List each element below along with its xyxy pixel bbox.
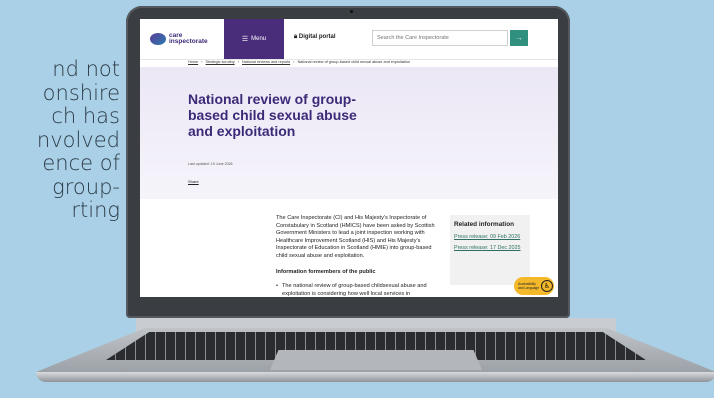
- accessibility-button[interactable]: Accessibility and Language ♿︎: [514, 277, 554, 295]
- lock-icon: 🔒︎: [294, 34, 298, 40]
- page-title: National review of group-based child sex…: [188, 91, 357, 139]
- breadcrumb-strategic-scrutiny[interactable]: Strategic scrutiny: [206, 60, 235, 64]
- breadcrumb-home[interactable]: Home: [188, 60, 198, 64]
- menu-button[interactable]: ☰ Menu: [224, 19, 284, 59]
- logo-text-line2: inspectorate: [169, 38, 208, 45]
- background-text-line: ch has: [51, 104, 120, 128]
- breadcrumb-current: National review of group-based child sex…: [297, 60, 411, 64]
- breadcrumb-separator: ›: [293, 60, 295, 64]
- background-text-line: nd not: [52, 57, 120, 81]
- logo-mark-icon: [150, 33, 166, 45]
- background-text-line: rting: [71, 198, 120, 222]
- breadcrumb-national-reviews[interactable]: National reviews and reports: [242, 60, 290, 64]
- background-text-line: ence of: [42, 151, 120, 175]
- share-link[interactable]: Share: [188, 179, 199, 184]
- care-inspectorate-logo[interactable]: care inspectorate: [150, 31, 208, 47]
- laptop-camera: [350, 10, 353, 13]
- search-input[interactable]: [372, 30, 508, 46]
- menu-label: Menu: [251, 36, 267, 42]
- last-updated: Last updated: 19 June 2026: [188, 162, 233, 166]
- site-header: care inspectorate ☰ Menu 🔒︎ Digital port…: [140, 19, 558, 60]
- accessibility-icon: ♿︎: [541, 280, 553, 292]
- list-item-text: The national review of group-based child…: [282, 283, 427, 297]
- laptop-base: [36, 318, 714, 382]
- breadcrumb-separator: ›: [237, 60, 239, 64]
- accessibility-label: Accessibility and Language: [518, 282, 540, 290]
- background-text-line: group-: [52, 174, 120, 199]
- related-heading: Related information: [454, 221, 515, 228]
- related-link-press-release-dec[interactable]: Press release: 17 Dec 2025: [454, 245, 526, 252]
- breadcrumb: Home › Strategic scrutiny › National rev…: [188, 60, 412, 64]
- public-info-heading: Information formembers of the public: [276, 269, 376, 275]
- hamburger-icon: ☰: [241, 35, 249, 43]
- background-text-line: onshire: [42, 80, 120, 105]
- laptop-screen: care inspectorate ☰ Menu 🔒︎ Digital port…: [140, 19, 558, 297]
- intro-paragraph: The Care Inspectorate (CI) and His Majes…: [276, 215, 435, 259]
- portal-label: Digital portal: [298, 34, 336, 40]
- related-information-panel: Related information Press release: 09 Fe…: [450, 215, 530, 285]
- breadcrumb-separator: ›: [201, 60, 203, 64]
- background-text: nd not onshire ch has nvolved ence of gr…: [0, 57, 120, 223]
- logo-text: care inspectorate: [169, 32, 208, 45]
- laptop-base-edge: [36, 372, 714, 382]
- bullet-icon: •: [276, 283, 278, 289]
- background-text-line: nvolved: [36, 127, 120, 152]
- related-link-press-release-feb[interactable]: Press release: 09 Feb 2026: [454, 234, 526, 241]
- laptop-touchpad: [270, 350, 482, 370]
- arrow-right-icon: →: [515, 34, 523, 42]
- digital-portal-link[interactable]: 🔒︎ Digital portal: [294, 34, 336, 41]
- search-button[interactable]: →: [510, 30, 528, 46]
